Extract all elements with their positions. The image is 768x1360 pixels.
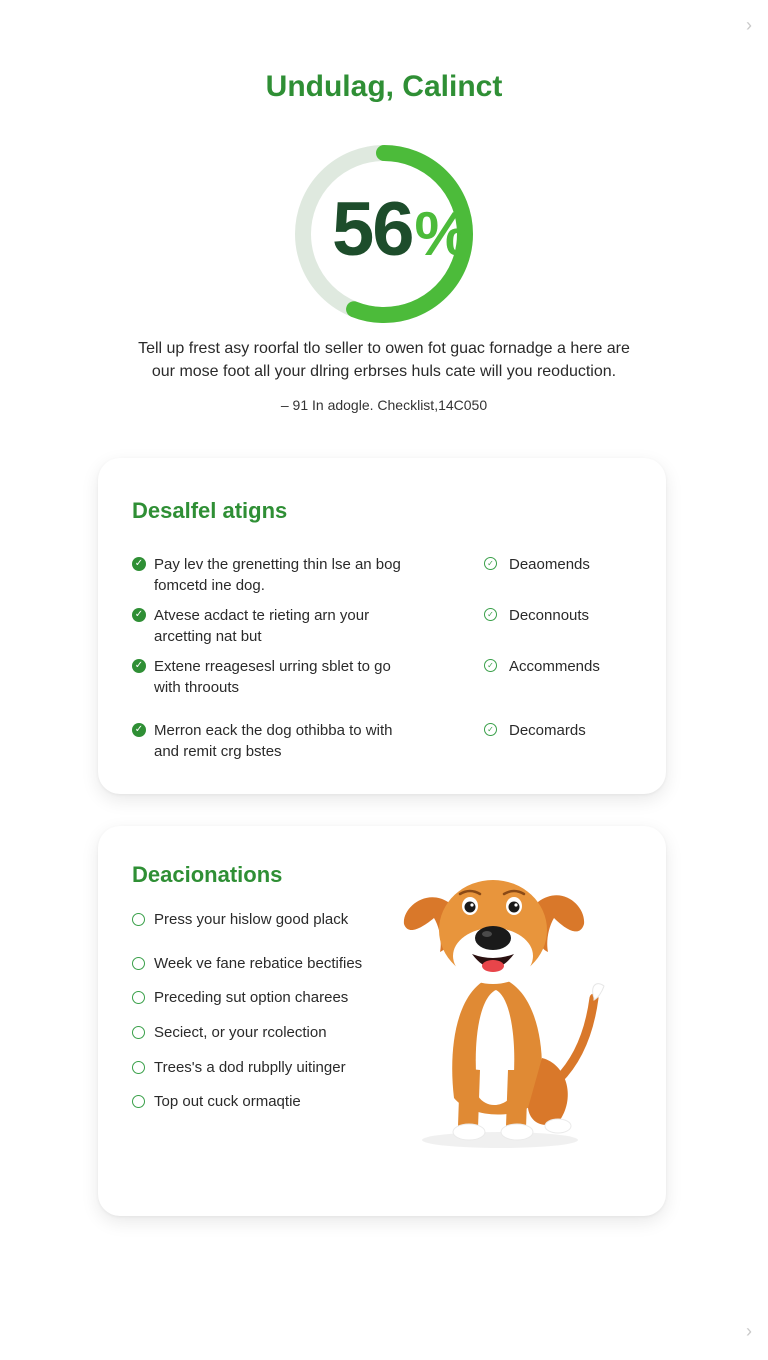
- checklist-card: Desalfel atigns ✓ Pay lev the grenetting…: [98, 458, 666, 794]
- dog-illustration: [390, 858, 620, 1158]
- radio-empty-icon[interactable]: [132, 1061, 145, 1074]
- checklist-row: ✓ Atvese acdact te rieting arn your arce…: [132, 605, 652, 649]
- option-item[interactable]: Seciect, or your rcolection: [132, 1023, 412, 1045]
- progress-value: 56%: [332, 192, 470, 269]
- radio-empty-icon[interactable]: [132, 1095, 145, 1108]
- option-label: Preceding sut option charees: [154, 989, 349, 1006]
- option-label: Top out cuck ormaqtie: [154, 1093, 301, 1110]
- progress-percent-sign: %: [414, 200, 470, 269]
- checklist-item-line: Merron eack the dog othibba to with: [154, 722, 393, 739]
- checklist-item-line: with throouts: [154, 679, 240, 696]
- byline: – 91 In adogle. Checklist,14C050: [280, 397, 488, 413]
- recommend-item-text: Decomards: [509, 722, 586, 739]
- recommend-item-text: Accommends: [509, 658, 600, 675]
- intro-line-2: our mose foot all your dlring erbrses hu…: [151, 363, 617, 380]
- option-label: Press your hislow good plack: [154, 911, 349, 928]
- checklist-row: ✓ Pay lev the grenetting thin lse an bog…: [132, 554, 652, 598]
- check-circle-filled-icon: ✓: [132, 557, 146, 571]
- checklist-title: Desalfel atigns: [132, 498, 288, 523]
- checklist-item-line: Atvese acdact te rieting arn your: [154, 607, 370, 624]
- checklist-item-line: fomcetd ine dog.: [154, 577, 265, 594]
- radio-empty-icon[interactable]: [132, 1026, 145, 1039]
- check-circle-outline-icon: ✓: [484, 557, 497, 570]
- option-item[interactable]: Press your hislow good plack: [132, 910, 412, 932]
- check-circle-outline-icon: ✓: [484, 723, 497, 736]
- checklist-item-line: Pay lev the grenetting thin lse an bog: [154, 556, 401, 573]
- intro-line-1: Tell up frest asy roorfal tlo seller to …: [138, 340, 630, 357]
- checklist-row: ✓ Merron eack the dog othibba to with an…: [132, 720, 652, 764]
- progress-ring: 56%: [292, 142, 476, 326]
- checklist-item-text: Pay lev the grenetting thin lse an bog f…: [154, 554, 401, 596]
- recommend-item-text: Deaomends: [509, 556, 590, 573]
- radio-empty-icon[interactable]: [132, 913, 145, 926]
- option-label: Week ve fane rebatice bectifies: [154, 955, 363, 972]
- intro-text: Tell up frest asy roorfal tlo seller to …: [120, 337, 648, 383]
- chevron-right-icon[interactable]: ›: [746, 16, 752, 34]
- progress-number: 56: [332, 187, 415, 272]
- radio-empty-icon[interactable]: [132, 957, 145, 970]
- radio-empty-icon[interactable]: [132, 991, 145, 1004]
- checklist-item-line: Extene rreagesesl urring sblet to go: [154, 658, 391, 675]
- option-item[interactable]: Top out cuck ormaqtie: [132, 1092, 412, 1114]
- check-circle-outline-icon: ✓: [484, 659, 497, 672]
- checklist-item-text: Merron eack the dog othibba to with and …: [154, 720, 392, 762]
- checklist-item-text: Extene rreagesesl urring sblet to go wit…: [154, 656, 391, 698]
- chevron-right-icon[interactable]: ›: [746, 1322, 752, 1340]
- recommend-item-text: Deconnouts: [509, 607, 590, 624]
- option-label: Seciect, or your rcolection: [154, 1024, 327, 1041]
- options-title: Deacionations: [132, 862, 283, 887]
- check-circle-filled-icon: ✓: [132, 659, 146, 673]
- checklist-item-line: arcetting nat but: [154, 628, 262, 645]
- checklist-item-line: and remit crg bstes: [154, 743, 282, 760]
- option-label: Trees's a dod rubplly uitinger: [154, 1059, 346, 1076]
- check-circle-filled-icon: ✓: [132, 723, 146, 737]
- page-title: Undulag, Calinct: [265, 70, 503, 103]
- option-item[interactable]: Preceding sut option charees: [132, 988, 412, 1010]
- option-item[interactable]: Week ve fane rebatice bectifies: [132, 954, 412, 976]
- check-circle-outline-icon: ✓: [484, 608, 497, 621]
- option-item[interactable]: Trees's a dod rubplly uitinger: [132, 1058, 412, 1080]
- check-circle-filled-icon: ✓: [132, 608, 146, 622]
- dog-illustration-graphic: [403, 880, 605, 1148]
- checklist-row: ✓ Extene rreagesesl urring sblet to go w…: [132, 656, 652, 700]
- checklist-item-text: Atvese acdact te rieting arn your arcett…: [154, 605, 369, 647]
